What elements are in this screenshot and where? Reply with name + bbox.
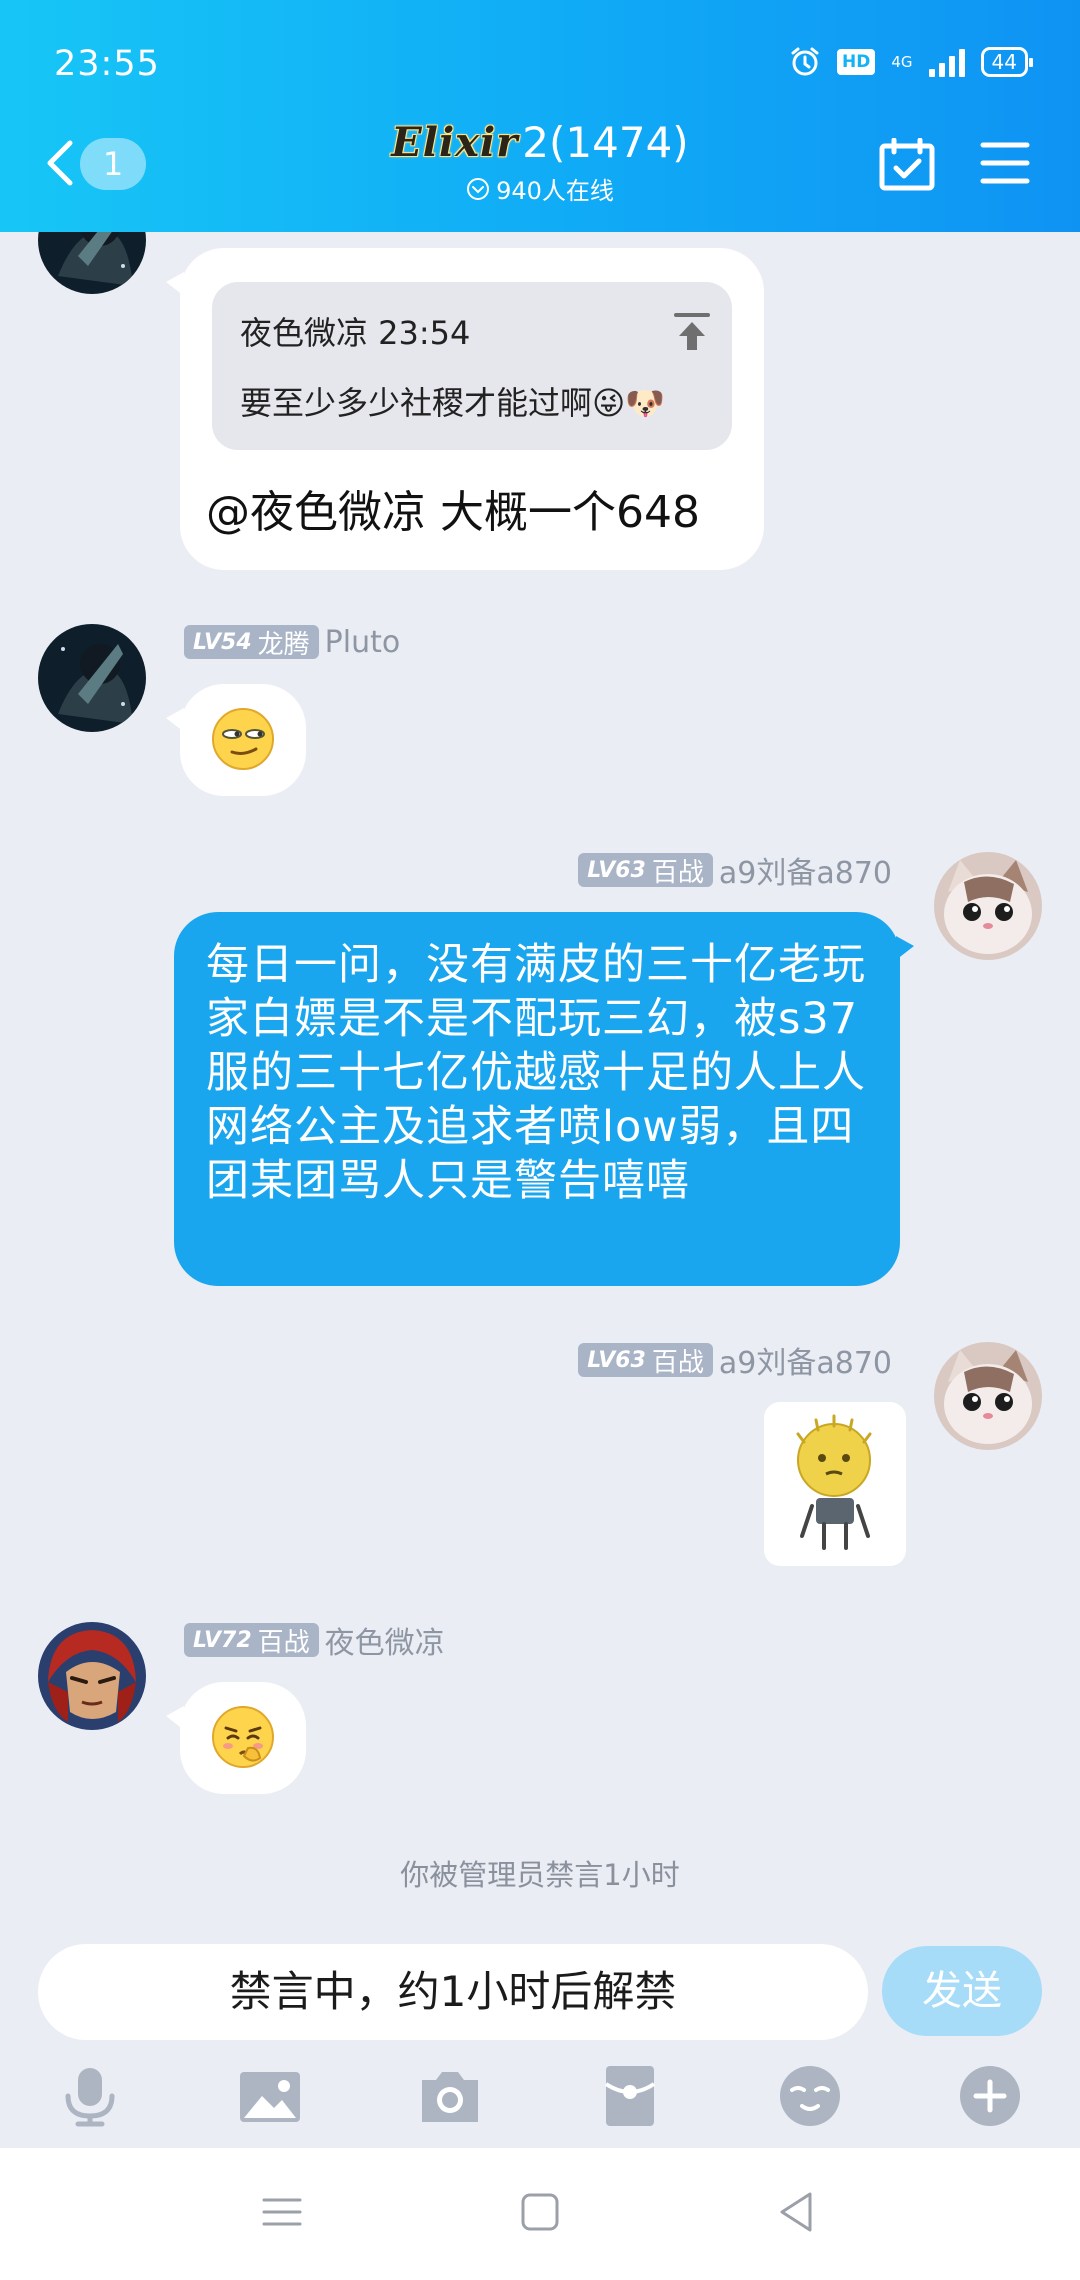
status-time: 23:55: [54, 44, 160, 84]
alarm-icon: [791, 47, 819, 76]
level-number: LV72: [193, 1627, 252, 1653]
sender-nickname: Pluto: [324, 624, 401, 660]
quoted-message[interactable]: 夜色微凉 23:54 要至少多少社稷才能过啊😜🐶: [212, 282, 732, 450]
red-hair-avatar-icon: [38, 1622, 146, 1730]
group-logo-text: Elixir: [391, 119, 519, 166]
avatar[interactable]: [38, 624, 146, 732]
yellow-blob-sticker-icon: [796, 1414, 872, 1550]
recent-apps-icon[interactable]: [258, 2188, 306, 2236]
smirk-emoji-icon: [212, 708, 274, 770]
group-title: 2(1474): [522, 118, 689, 167]
cat-avatar-icon: [934, 1342, 1042, 1450]
sender-nickname: a9刘备a870: [718, 1346, 892, 1381]
level-badge: LV54 龙腾: [184, 625, 319, 660]
signal-icon: [928, 47, 965, 77]
sender-info: LV54 龙腾 Pluto: [184, 624, 400, 660]
network-type: 4G: [891, 53, 913, 71]
level-title: 龙腾: [257, 629, 310, 660]
system-navigation-bar: [0, 2148, 1080, 2280]
home-icon[interactable]: [516, 2188, 564, 2236]
dark-anime-avatar-icon: [38, 624, 146, 732]
level-badge: LV72 百战: [184, 1623, 319, 1658]
level-title: 百战: [651, 857, 704, 888]
level-badge: LV63 百战: [578, 1343, 713, 1378]
sender-info: LV63 百战 a9刘备a870: [578, 852, 892, 891]
message-text: 每日一问，没有满皮的三十亿老玩家白嫖是不是不配玩三幻，被s37服的三十七亿优越感…: [206, 940, 866, 1206]
sender-info: LV72 百战 夜色微凉: [184, 1622, 445, 1661]
level-title: 百战: [257, 1627, 310, 1658]
level-number: LV54: [193, 629, 252, 655]
quote-header: 夜色微凉 23:54: [240, 314, 471, 352]
level-number: LV63: [587, 1347, 646, 1373]
message-bubble[interactable]: 夜色微凉 23:54 要至少多少社稷才能过啊😜🐶 @夜色微凉 大概一个648: [166, 248, 764, 570]
status-icons: HD 4G 44: [789, 46, 1034, 78]
online-count-text: 940人在线: [496, 177, 614, 205]
sticker-bubble[interactable]: [166, 1682, 306, 1794]
mute-notice: 你被管理员禁言1小时: [400, 1858, 680, 1892]
battery-level: 44: [991, 50, 1017, 74]
microphone-icon[interactable]: [58, 2064, 122, 2128]
send-button[interactable]: 发送: [882, 1946, 1042, 2036]
emoji-icon[interactable]: [778, 2064, 842, 2128]
shy-emoji-icon: [212, 1706, 274, 1768]
plus-icon[interactable]: [958, 2064, 1022, 2128]
message-bubble[interactable]: 每日一问，没有满皮的三十亿老玩家白嫖是不是不配玩三幻，被s37服的三十七亿优越感…: [174, 912, 914, 1286]
back-icon[interactable]: [772, 2188, 820, 2236]
sticker-bubble[interactable]: [166, 684, 306, 796]
avatar[interactable]: [934, 1342, 1042, 1450]
sender-info: LV63 百战 a9刘备a870: [578, 1342, 892, 1381]
cat-avatar-icon: [934, 852, 1042, 960]
online-count: 940人在线: [466, 171, 614, 206]
level-badge: LV63 百战: [578, 853, 713, 888]
red-packet-icon[interactable]: [598, 2064, 662, 2128]
image-icon[interactable]: [238, 2064, 302, 2128]
jump-to-top-icon[interactable]: [674, 312, 710, 352]
battery-icon: 44: [980, 47, 1034, 77]
level-number: LV63: [587, 857, 646, 883]
avatar[interactable]: [38, 1622, 146, 1730]
menu-icon[interactable]: [980, 140, 1030, 186]
message-text: @夜色微凉 大概一个648: [206, 487, 700, 538]
avatar[interactable]: [934, 852, 1042, 960]
hd-badge: HD: [837, 49, 876, 75]
sender-nickname: 夜色微凉: [324, 1626, 445, 1661]
chevron-down-circle-icon: [467, 177, 490, 200]
camera-icon[interactable]: [418, 2064, 482, 2128]
chat-header: 23:55 HD 4G 44 1 Elixir 2(1474) 940人在线: [0, 0, 1080, 232]
calendar-check-icon[interactable]: [878, 138, 936, 192]
sender-nickname: a9刘备a870: [718, 856, 892, 891]
message-input[interactable]: 禁言中，约1小时后解禁: [38, 1944, 868, 2040]
sticker-image[interactable]: [764, 1402, 906, 1566]
level-title: 百战: [651, 1347, 704, 1378]
quote-text: 要至少多少社稷才能过啊😜🐶: [240, 384, 666, 422]
